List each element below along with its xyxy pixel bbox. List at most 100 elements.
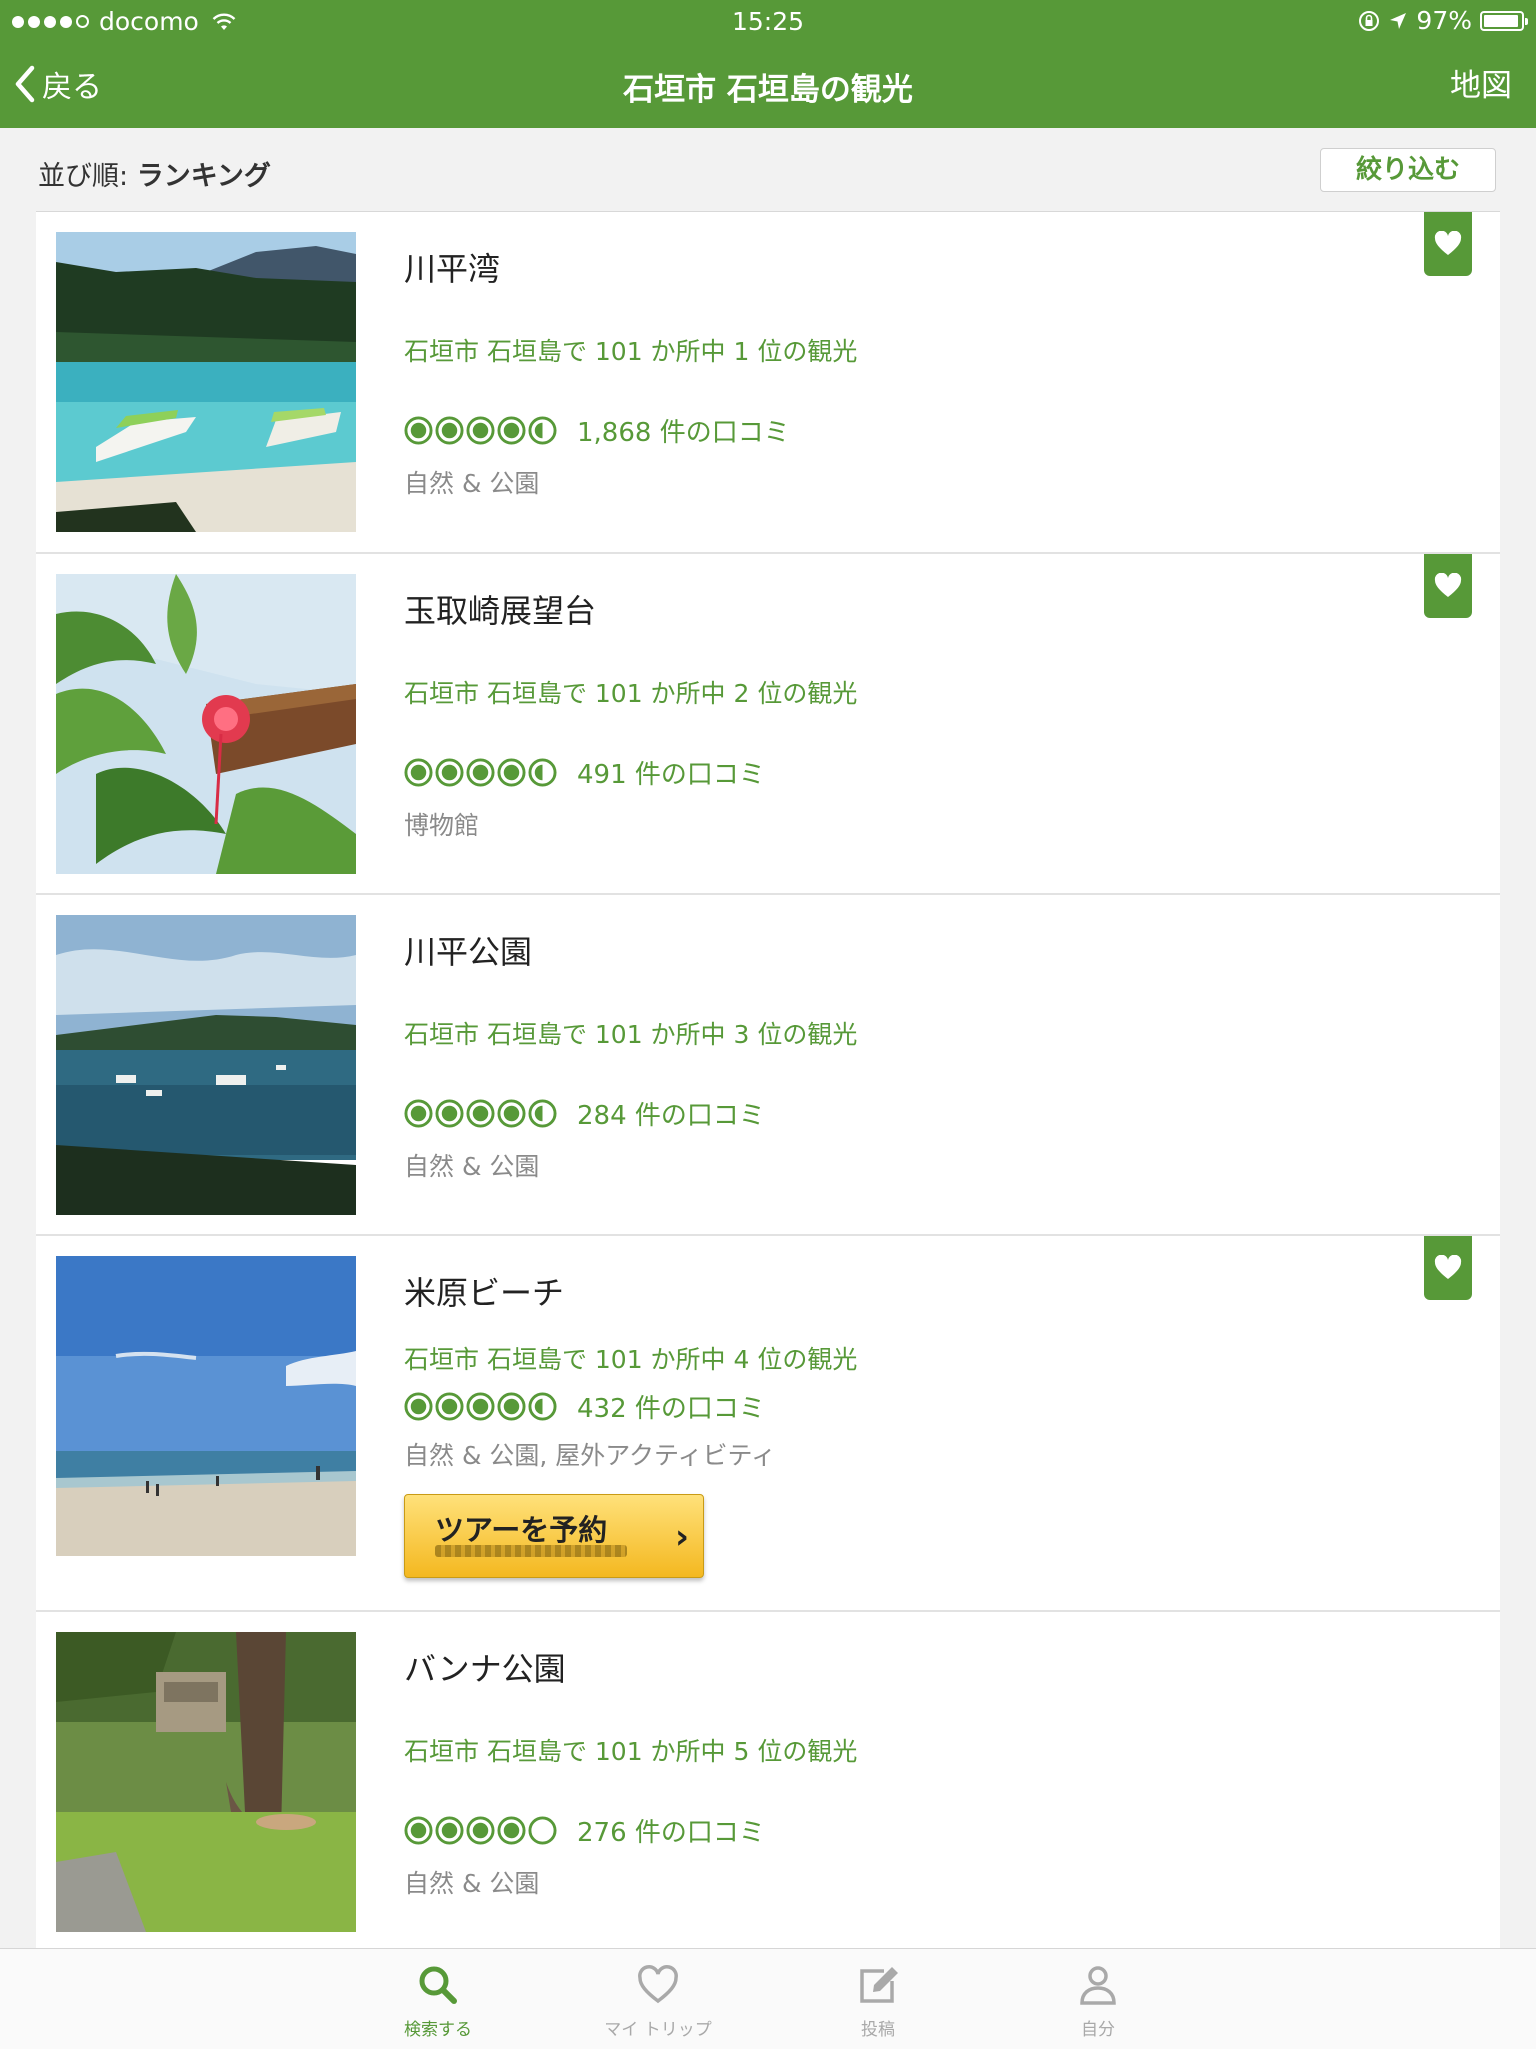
rating-bubble-icon [435,1099,464,1128]
rating-bubble-icon [404,1392,433,1421]
attraction-item[interactable]: 玉取崎展望台 石垣市 石垣島で 101 か所中 2 位の観光 491 件の口コミ… [36,554,1500,895]
rating-bubble-icon [404,1099,433,1128]
status-right: 97% [1358,6,1528,35]
attraction-photo [56,915,356,1215]
tab-label: 自分 [1081,2020,1115,2040]
tab-search[interactable]: 検索する [368,1961,508,2040]
rating-bubbles [404,1099,557,1128]
rating-bubbles [404,1392,557,1421]
heart-icon [1434,573,1462,597]
book-tour-button[interactable]: ツアーを予約 › [404,1494,704,1578]
rating-empty-bubble-icon [528,1816,557,1845]
rating-row: 1,868 件の口コミ [404,412,790,449]
save-button[interactable] [1424,212,1472,276]
review-count[interactable]: 284 件の口コミ [577,1095,765,1132]
attraction-item[interactable]: 川平湾 石垣市 石垣島で 101 か所中 1 位の観光 1,868 件の口コミ … [36,212,1500,554]
sort-prefix: 並び順: [38,161,129,192]
review-count[interactable]: 276 件の口コミ [577,1812,765,1849]
attraction-list: 川平湾 石垣市 石垣島で 101 か所中 1 位の観光 1,868 件の口コミ … [36,212,1500,1948]
orientation-lock-icon [1359,10,1380,31]
tab-post[interactable]: 投稿 [808,1961,948,2040]
rank-text: 石垣市 石垣島で 101 か所中 1 位の観光 [404,337,858,366]
attraction-item[interactable]: 川平公園 石垣市 石垣島で 101 か所中 3 位の観光 284 件の口コミ 自… [36,895,1500,1236]
rating-bubble-icon [497,1392,526,1421]
map-button[interactable]: 地図 [1450,60,1512,105]
top-bar: docomo 15:25 97% 戻る 石垣市 石垣島の観光 地図 [0,0,1536,128]
rating-bubbles [404,758,557,787]
rating-half-bubble-icon [528,1392,557,1421]
status-bar: docomo 15:25 97% [0,0,1536,40]
rating-bubble-icon [497,1099,526,1128]
rating-bubble-icon [497,416,526,445]
category: 博物館 [404,811,480,840]
rating-row: 276 件の口コミ [404,1812,765,1849]
rating-bubble-icon [404,758,433,787]
edit-icon [860,1967,898,2003]
rating-bubble-icon [497,758,526,787]
rating-bubble-icon [435,1816,464,1845]
attraction-name[interactable]: 米原ビーチ [404,1268,564,1314]
rank-text: 石垣市 石垣島で 101 か所中 5 位の観光 [404,1737,858,1766]
sort-bar: 並び順: ランキング 絞り込む [0,128,1536,212]
attraction-name[interactable]: バンナ公園 [404,1644,566,1690]
review-count[interactable]: 491 件の口コミ [577,754,765,791]
save-button[interactable] [1424,1236,1472,1300]
rating-bubbles [404,416,557,445]
review-count[interactable]: 1,868 件の口コミ [577,412,790,449]
sort-value: ランキング [136,161,271,192]
attraction-name[interactable]: 川平湾 [404,244,500,290]
rating-bubble-icon [466,416,495,445]
book-tour-label: ツアーを予約 [435,1513,608,1547]
heart-icon [1434,1255,1462,1279]
heart-icon [1434,231,1462,255]
rank-text: 石垣市 石垣島で 101 か所中 4 位の観光 [404,1345,858,1374]
rating-bubble-icon [404,416,433,445]
review-count[interactable]: 432 件の口コミ [577,1388,765,1425]
rating-bubble-icon [404,1816,433,1845]
rating-bubble-icon [435,1392,464,1421]
rating-bubbles [404,1816,557,1845]
tab-label: 検索する [404,2020,472,2040]
search-icon [419,1966,457,2004]
category: 自然 & 公園 [404,469,540,498]
tab-label: 投稿 [861,2020,895,2040]
sort-selector[interactable]: 並び順: ランキング [38,154,271,193]
attraction-item[interactable]: 米原ビーチ 石垣市 石垣島で 101 か所中 4 位の観光 432 件の口コミ … [36,1236,1500,1612]
tab-me[interactable]: 自分 [1028,1961,1168,2040]
rank-text: 石垣市 石垣島で 101 か所中 3 位の観光 [404,1020,858,1049]
battery-percent: 97% [1416,6,1472,35]
rank-text: 石垣市 石垣島で 101 か所中 2 位の観光 [404,679,858,708]
tour-scribble [435,1545,627,1557]
filter-button[interactable]: 絞り込む [1320,148,1496,192]
save-button[interactable] [1424,554,1472,618]
category: 自然 & 公園, 屋外アクティビティ [404,1441,777,1470]
tab-my-trips[interactable]: マイ トリップ [588,1961,728,2040]
attraction-item[interactable]: バンナ公園 石垣市 石垣島で 101 か所中 5 位の観光 276 件の口コミ … [36,1612,1500,1948]
battery-icon [1480,10,1528,31]
rating-bubble-icon [466,758,495,787]
rating-half-bubble-icon [528,758,557,787]
rating-bubble-icon [466,1099,495,1128]
chevron-right-icon: › [674,1517,689,1557]
tab-label: マイ トリップ [604,2020,712,2040]
attraction-name[interactable]: 玉取崎展望台 [404,586,596,632]
rating-bubble-icon [466,1392,495,1421]
heart-icon [638,1965,678,2004]
rating-bubble-icon [497,1816,526,1845]
attraction-name[interactable]: 川平公園 [404,927,532,973]
clock: 15:25 [731,7,805,36]
location-arrow-icon [1390,12,1407,29]
rating-bubble-icon [435,416,464,445]
rating-row: 432 件の口コミ [404,1388,765,1425]
tab-bar: 検索する マイ トリップ 投稿 自分 [0,1948,1536,2049]
attraction-photo [56,574,356,874]
rating-half-bubble-icon [528,1099,557,1128]
page-title: 石垣市 石垣島の観光 [623,72,913,108]
rating-row: 491 件の口コミ [404,754,765,791]
attraction-photo [56,1256,356,1556]
rating-bubble-icon [435,758,464,787]
attraction-photo [56,1632,356,1932]
category: 自然 & 公園 [404,1869,540,1898]
person-icon [1080,1966,1116,2005]
rating-half-bubble-icon [528,416,557,445]
